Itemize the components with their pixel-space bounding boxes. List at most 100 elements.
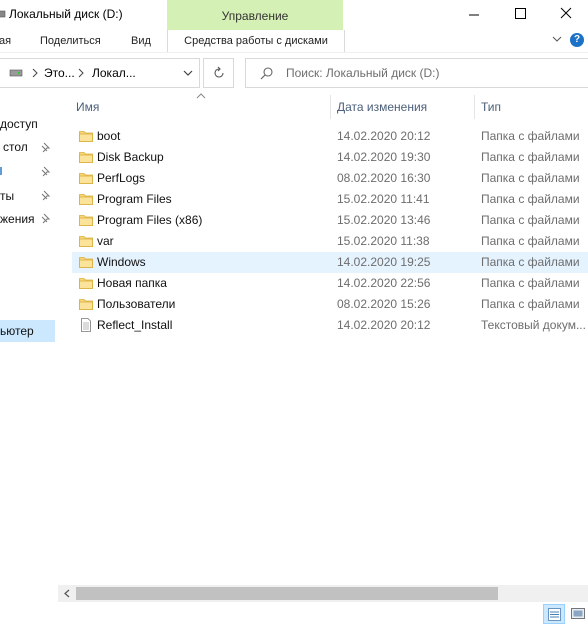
manage-tab[interactable]: Управление xyxy=(167,0,343,30)
table-row[interactable]: Program Files 15.02.2020 11:41 Папка с фай… xyxy=(72,189,588,210)
file-date-modified: 14.02.2020 19:30 xyxy=(337,150,431,164)
manage-tab-label: Управление xyxy=(221,9,289,23)
text-file-icon xyxy=(81,318,91,332)
refresh-button[interactable] xyxy=(203,58,234,88)
folder-icon xyxy=(79,131,93,142)
file-date-modified: 15.02.2020 11:38 xyxy=(337,234,430,248)
breadcrumb-separator-icon xyxy=(78,68,84,78)
chevron-down-icon[interactable] xyxy=(551,33,563,45)
table-row[interactable]: boot 14.02.2020 20:12 Папка с файлами xyxy=(72,126,588,147)
nav-item-desktop[interactable]: стол xyxy=(3,140,28,154)
nav-item-quick-access[interactable]: доступ xyxy=(0,117,38,131)
nav-item-this-pc-label: ьютер xyxy=(0,324,34,338)
search-icon xyxy=(260,67,273,80)
folder-icon xyxy=(79,194,93,205)
close-button[interactable] xyxy=(543,0,588,30)
file-name: boot xyxy=(97,129,121,143)
maximize-button[interactable] xyxy=(497,0,543,30)
file-name: var xyxy=(97,234,114,248)
table-row[interactable]: Program Files (x86) 15.02.2020 13:46 Папка… xyxy=(72,210,588,231)
file-name: PerfLogs xyxy=(97,171,146,185)
tab-disk-tools[interactable]: Средства работы с дисками xyxy=(167,30,345,52)
file-name: Новая папка xyxy=(97,276,167,290)
column-header-date[interactable]: Дата изменения xyxy=(337,100,427,114)
folder-icon xyxy=(79,236,93,247)
file-type: Папка с файлами xyxy=(481,234,580,248)
pin-icon xyxy=(41,166,51,177)
file-type: Папка с файлами xyxy=(481,192,580,206)
maximize-icon xyxy=(515,8,526,19)
file-name: Disk Backup xyxy=(97,150,164,164)
table-row[interactable]: var 15.02.2020 11:38 Папка с файлами xyxy=(72,231,588,252)
breadcrumb-separator-icon xyxy=(32,68,38,78)
table-row[interactable]: PerfLogs 08.02.2020 16:30 Папка с файлами xyxy=(72,168,588,189)
file-type: Папка с файлами xyxy=(481,213,580,227)
file-type: Папка с файлами xyxy=(481,129,580,143)
scrollbar-thumb[interactable] xyxy=(76,587,498,600)
file-date-modified: 08.02.2020 16:30 xyxy=(337,171,431,185)
file-date-modified: 15.02.2020 13:46 xyxy=(337,213,431,227)
file-name: Program Files (x86) xyxy=(97,213,203,227)
file-type: Папка с файлами xyxy=(481,276,580,290)
column-divider[interactable] xyxy=(474,95,475,119)
file-date-modified: 15.02.2020 11:41 xyxy=(337,192,430,206)
tab-share[interactable]: Поделиться xyxy=(40,35,101,47)
file-date-modified: 14.02.2020 22:56 xyxy=(337,276,431,290)
table-row[interactable]: Пользователи 08.02.2020 15:26 Папка с файл… xyxy=(72,294,588,315)
file-type: Папка с файлами xyxy=(481,297,580,311)
file-name: Пользователи xyxy=(97,297,176,311)
sort-ascending-icon xyxy=(196,93,206,99)
breadcrumb-local-disk[interactable]: Локал... xyxy=(92,66,136,80)
file-date-modified: 14.02.2020 19:25 xyxy=(337,255,431,269)
help-icon: ? xyxy=(573,34,581,45)
minimize-icon xyxy=(469,14,479,16)
file-date-modified: 14.02.2020 20:12 xyxy=(337,318,431,332)
file-name: Windows xyxy=(97,255,146,269)
search-placeholder: Поиск: Локальный диск (D:) xyxy=(286,66,440,80)
nav-item-this-pc[interactable]: ьютер xyxy=(0,320,55,342)
pin-icon xyxy=(41,190,51,201)
nav-item-pictures[interactable]: жения xyxy=(0,212,35,226)
file-name: Reflect_Install xyxy=(97,318,173,332)
folder-icon xyxy=(79,299,93,310)
folder-icon xyxy=(79,173,93,184)
column-header-name[interactable]: Имя xyxy=(76,100,99,114)
details-view-icon xyxy=(548,608,561,621)
table-row[interactable]: Reflect_Install 14.02.2020 20:12 Текстовый… xyxy=(72,315,588,336)
table-row[interactable]: Disk Backup 14.02.2020 19:30 Папка с файла… xyxy=(72,147,588,168)
file-type: Текстовый докум... xyxy=(481,318,586,332)
chevron-down-icon[interactable] xyxy=(182,69,194,79)
folder-icon xyxy=(79,215,93,226)
folder-icon xyxy=(79,257,93,268)
minimize-button[interactable] xyxy=(451,0,497,30)
window-title: Локальный диск (D:) xyxy=(9,7,123,21)
column-header-type[interactable]: Тип xyxy=(481,100,501,114)
scroll-left-icon[interactable] xyxy=(60,586,74,601)
large-icons-view-icon xyxy=(571,608,585,619)
file-type: Папка с файлами xyxy=(481,150,580,164)
table-row[interactable]: Windows 14.02.2020 19:25 Папка с файлами xyxy=(72,252,588,273)
pin-icon xyxy=(41,142,51,153)
file-date-modified: 14.02.2020 20:12 xyxy=(337,129,431,143)
folder-icon xyxy=(79,152,93,163)
drive-icon xyxy=(9,69,23,77)
pin-icon xyxy=(41,213,51,224)
file-type: Папка с файлами xyxy=(481,171,580,185)
large-icons-view-button[interactable] xyxy=(568,604,588,624)
tab-partial[interactable]: ая xyxy=(0,35,11,47)
breadcrumb-this-pc[interactable]: Это... xyxy=(44,66,75,80)
help-button[interactable]: ? xyxy=(570,33,584,47)
downloads-arrow-icon xyxy=(0,167,2,175)
nav-item-documents[interactable]: ты xyxy=(0,189,14,203)
drive-icon xyxy=(0,10,6,18)
address-bar[interactable]: Это... Локал... xyxy=(0,58,200,88)
file-name: Program Files xyxy=(97,192,172,206)
tab-disk-tools-label: Средства работы с дисками xyxy=(184,35,328,47)
file-type: Папка с файлами xyxy=(481,255,580,269)
details-view-button[interactable] xyxy=(543,604,565,624)
close-icon xyxy=(560,7,572,19)
column-divider[interactable] xyxy=(330,95,331,119)
file-date-modified: 08.02.2020 15:26 xyxy=(337,297,431,311)
tab-view[interactable]: Вид xyxy=(131,35,151,47)
table-row[interactable]: Новая папка 14.02.2020 22:56 Папка с файла… xyxy=(72,273,588,294)
